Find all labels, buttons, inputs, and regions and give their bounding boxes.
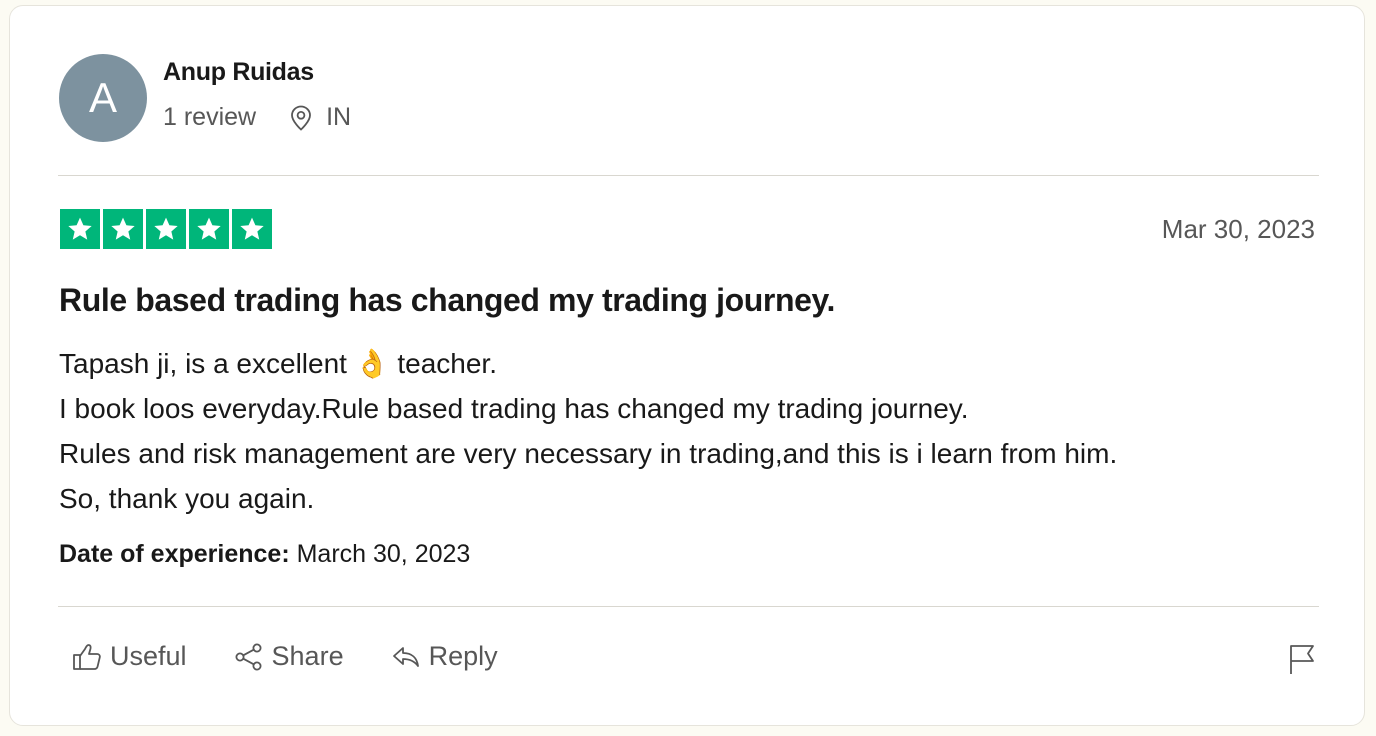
useful-label: Useful: [110, 641, 187, 671]
experience-date: March 30, 2023: [296, 540, 471, 568]
report-button[interactable]: [1288, 643, 1316, 680]
review-title[interactable]: Rule based trading has changed my tradin…: [59, 282, 835, 319]
reply-label: Reply: [428, 641, 498, 671]
star-icon: [103, 209, 143, 249]
experience-label: Date of experience:: [59, 540, 290, 568]
review-body-line: I book loos everyday.Rule based trading …: [59, 393, 969, 424]
share-label: Share: [271, 641, 344, 671]
avatar[interactable]: A: [59, 54, 147, 142]
star-icon: [232, 209, 272, 249]
reply-icon: [392, 646, 419, 667]
flag-icon: [1290, 645, 1314, 674]
review-body-line: Tapash ji, is a excellent 👌 teacher.: [59, 348, 497, 379]
star-rating: [60, 209, 272, 249]
share-button[interactable]: Share: [234, 641, 344, 672]
location-label: IN: [326, 103, 352, 131]
reply-button[interactable]: Reply: [391, 641, 498, 672]
map-pin-icon: [291, 105, 311, 131]
reviewer-location: IN: [290, 103, 351, 132]
review-count: 1 review: [163, 103, 257, 131]
star-icon: [146, 209, 186, 249]
footer-divider: [58, 606, 1319, 607]
share-icon: [235, 643, 262, 670]
review-date: Mar 30, 2023: [1161, 214, 1315, 244]
review-body: Tapash ji, is a excellent 👌 teacher. I b…: [59, 341, 1117, 521]
review-body-line: So, thank you again.: [59, 483, 315, 514]
star-icon: [60, 209, 100, 249]
date-of-experience: Date of experience: March 30, 2023: [59, 540, 470, 569]
review-body-line: Rules and risk management are very neces…: [59, 438, 1118, 469]
review-card: A Anup Ruidas 1 review IN Mar 30, 2023 R…: [9, 5, 1365, 726]
thumbs-up-icon: [73, 643, 101, 670]
star-icon: [189, 209, 229, 249]
reviewer-name[interactable]: Anup Ruidas: [163, 58, 314, 87]
useful-button[interactable]: Useful: [72, 641, 187, 672]
review-actions: Useful Share Reply: [72, 641, 545, 672]
reviewer-meta: 1 review IN: [163, 103, 351, 132]
header-divider: [58, 175, 1319, 176]
